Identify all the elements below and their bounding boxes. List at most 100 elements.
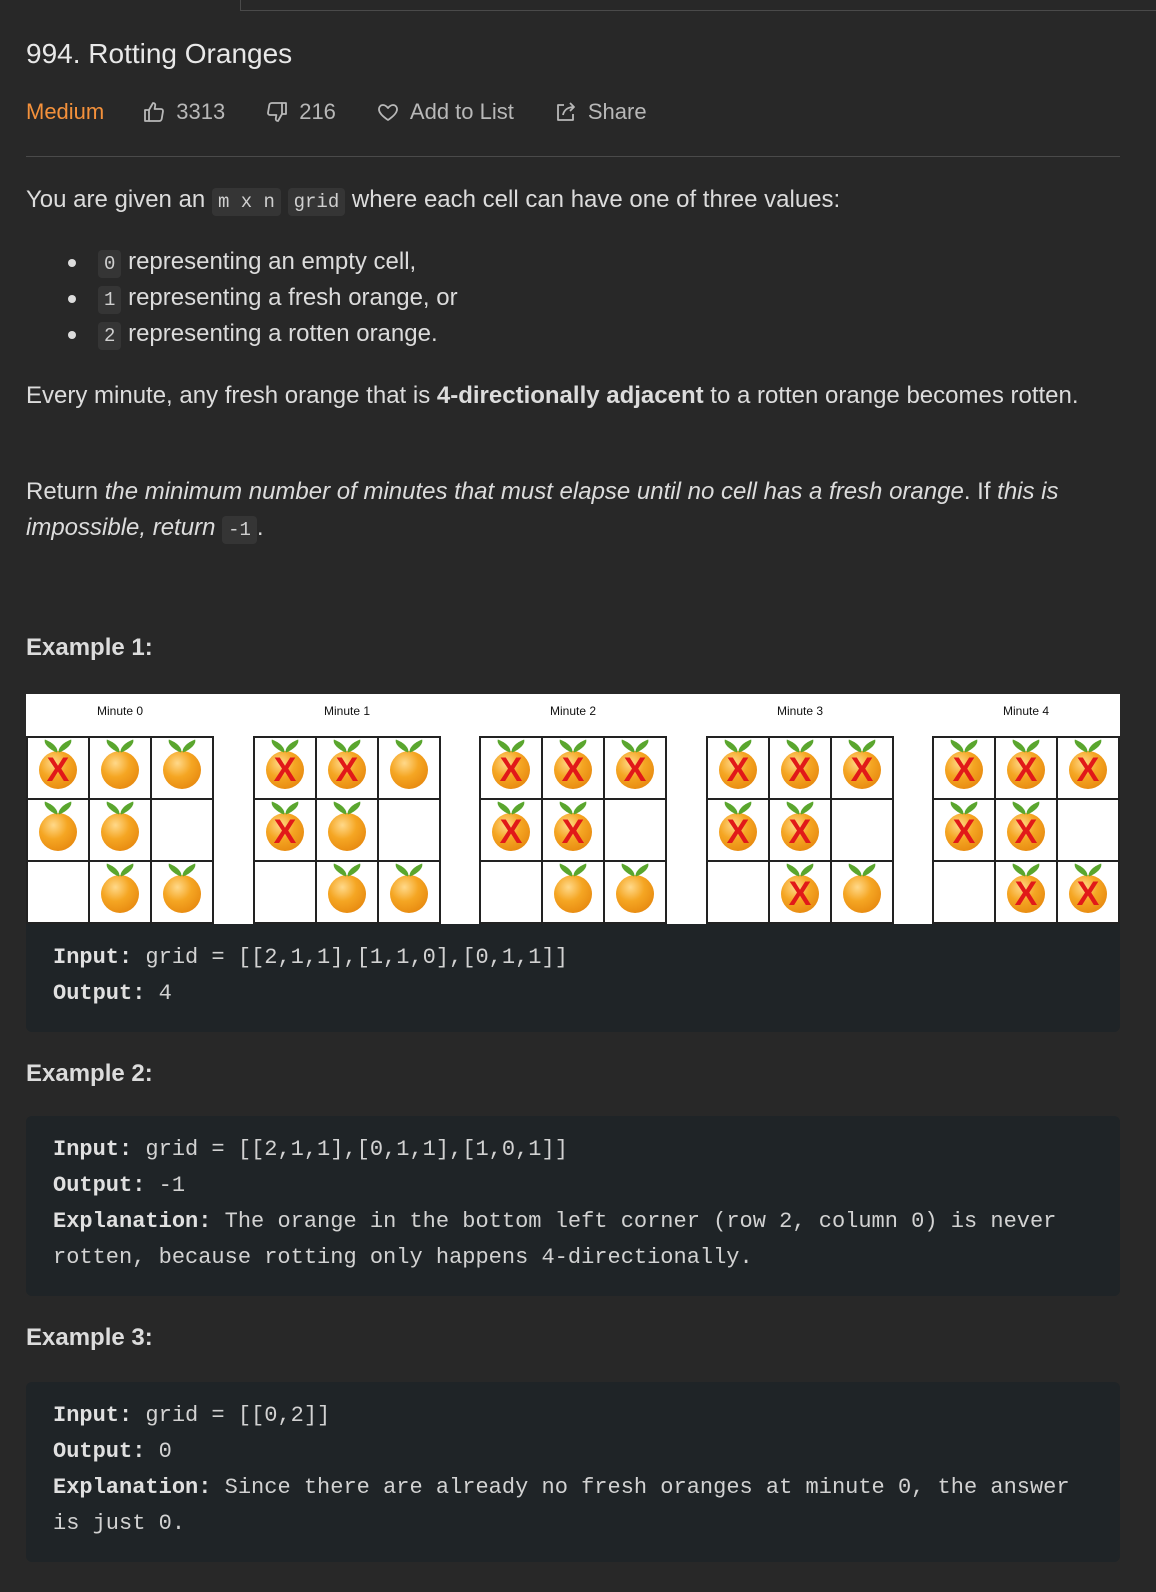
orange-icon: X: [781, 801, 819, 852]
minute-label: Minute 3: [776, 704, 824, 718]
orange-icon: X: [719, 739, 757, 790]
return-italic: the minimum number of minutes that must …: [104, 478, 964, 505]
dislike-button[interactable]: 216: [265, 99, 336, 125]
example-1-heading: Example 1:: [26, 634, 153, 661]
orange-icon: [39, 801, 77, 852]
add-to-list-button[interactable]: Add to List: [376, 99, 514, 125]
list-item: 1 representing a fresh orange, or: [68, 280, 458, 316]
orange-icon: X: [616, 739, 654, 790]
fresh-orange-cell: [316, 799, 378, 861]
rotten-x-icon: X: [623, 750, 647, 789]
leaf-icon: [407, 739, 425, 753]
intro-paragraph: You are given an m x n grid where each c…: [26, 182, 1120, 220]
fresh-orange-cell: [316, 861, 378, 923]
orange-grid: XXXXXXX: [932, 736, 1120, 924]
example-2-heading: Example 2:: [26, 1060, 153, 1087]
rotten-orange-cell: X: [542, 737, 604, 799]
value-code: 0: [98, 250, 122, 278]
orange-icon: X: [1007, 863, 1045, 914]
return-end: .: [256, 514, 264, 541]
rotten-orange-cell: X: [933, 737, 995, 799]
example-1-figure: Minute 0 X Minute 1 X X X Minute 2 X X X X X Minute …: [26, 694, 1120, 924]
problem-title: 994. Rotting Oranges: [26, 38, 293, 69]
share-button[interactable]: Share: [554, 99, 647, 125]
output-value: -1: [145, 1173, 186, 1198]
heart-icon: [378, 104, 398, 121]
orange-icon: [101, 863, 139, 914]
orange-icon: [843, 863, 881, 914]
orange-icon: X: [492, 739, 530, 790]
leaf-icon: [846, 863, 864, 877]
rotten-orange-cell: X: [707, 799, 769, 861]
dislike-count: 216: [299, 99, 336, 124]
leaf-icon: [393, 863, 411, 877]
rotten-orange-cell: X: [707, 737, 769, 799]
orange-icon: [390, 739, 428, 790]
leaf-icon: [571, 863, 589, 877]
example-3-heading: Example 3:: [26, 1324, 153, 1351]
rotten-x-icon: X: [1076, 874, 1100, 913]
minute-label: Minute 2: [549, 704, 597, 718]
leaf-icon: [118, 801, 136, 815]
leaf-icon: [180, 739, 198, 753]
rotten-x-icon: X: [273, 750, 297, 789]
fresh-orange-cell: [604, 861, 666, 923]
rotten-x-icon: X: [1014, 874, 1038, 913]
explanation-label: Explanation:: [53, 1209, 212, 1234]
orange-icon: X: [781, 739, 819, 790]
rotten-x-icon: X: [335, 750, 359, 789]
add-to-list-label: Add to List: [409, 99, 514, 124]
value-text: representing a fresh orange, or: [121, 284, 458, 311]
orange-icon: X: [554, 801, 592, 852]
orange-grid: X: [26, 736, 214, 924]
rotten-orange-cell: X: [1057, 737, 1119, 799]
example-3-code-block: Input: grid = [[0,2]] Output: 0 Explanat…: [26, 1382, 1120, 1562]
leaf-icon: [118, 739, 136, 753]
leaf-icon: [104, 863, 122, 877]
rotten-orange-cell: X: [27, 737, 89, 799]
orange-grid: XXXXXX: [706, 736, 894, 924]
rotten-x-icon: X: [952, 812, 976, 851]
orange-grid: XXXXX: [479, 736, 667, 924]
minute-label: Minute 4: [1002, 704, 1050, 718]
return-text: Return: [26, 478, 105, 505]
input-label: Input:: [53, 1403, 133, 1428]
rotten-orange-cell: X: [995, 861, 1057, 923]
rotten-x-icon: X: [1076, 750, 1100, 789]
rotten-orange-cell: X: [769, 737, 831, 799]
input-value: grid = [[2,1,1],[0,1,1],[1,0,1]]: [132, 1137, 568, 1162]
orange-icon: X: [781, 863, 819, 914]
empty-cell: [604, 799, 666, 861]
rotten-orange-cell: X: [769, 861, 831, 923]
input-value: grid = [[0,2]]: [132, 1403, 331, 1428]
orange-icon: [101, 739, 139, 790]
leaf-icon: [104, 739, 122, 753]
rotten-x-icon: X: [1014, 812, 1038, 851]
leaf-icon: [633, 863, 651, 877]
meta-divider: [26, 156, 1120, 157]
orange-icon: [554, 863, 592, 914]
difficulty-badge: Medium: [26, 99, 105, 124]
leaf-icon: [104, 801, 122, 815]
orange-icon: [616, 863, 654, 914]
like-button[interactable]: 3313: [142, 99, 225, 125]
leaf-icon: [557, 863, 575, 877]
rotten-x-icon: X: [726, 750, 750, 789]
leaf-icon: [166, 739, 184, 753]
rule-text: Every minute, any fresh orange that is: [26, 382, 437, 409]
rotten-orange-cell: X: [604, 737, 666, 799]
empty-cell: [480, 861, 542, 923]
return-mid: . If: [963, 478, 998, 505]
leaf-icon: [860, 863, 878, 877]
rotten-orange-cell: X: [1057, 861, 1119, 923]
orange-icon: X: [1007, 739, 1045, 790]
fresh-orange-cell: [378, 861, 440, 923]
rule-paragraph: Every minute, any fresh orange that is 4…: [26, 378, 1120, 414]
orange-icon: X: [945, 801, 983, 852]
rotten-x-icon: X: [1014, 750, 1038, 789]
share-icon: [556, 102, 575, 121]
fresh-orange-cell: [151, 861, 213, 923]
orange-icon: [390, 863, 428, 914]
rotten-x-icon: X: [726, 812, 750, 851]
output-value: 0: [145, 1439, 172, 1464]
